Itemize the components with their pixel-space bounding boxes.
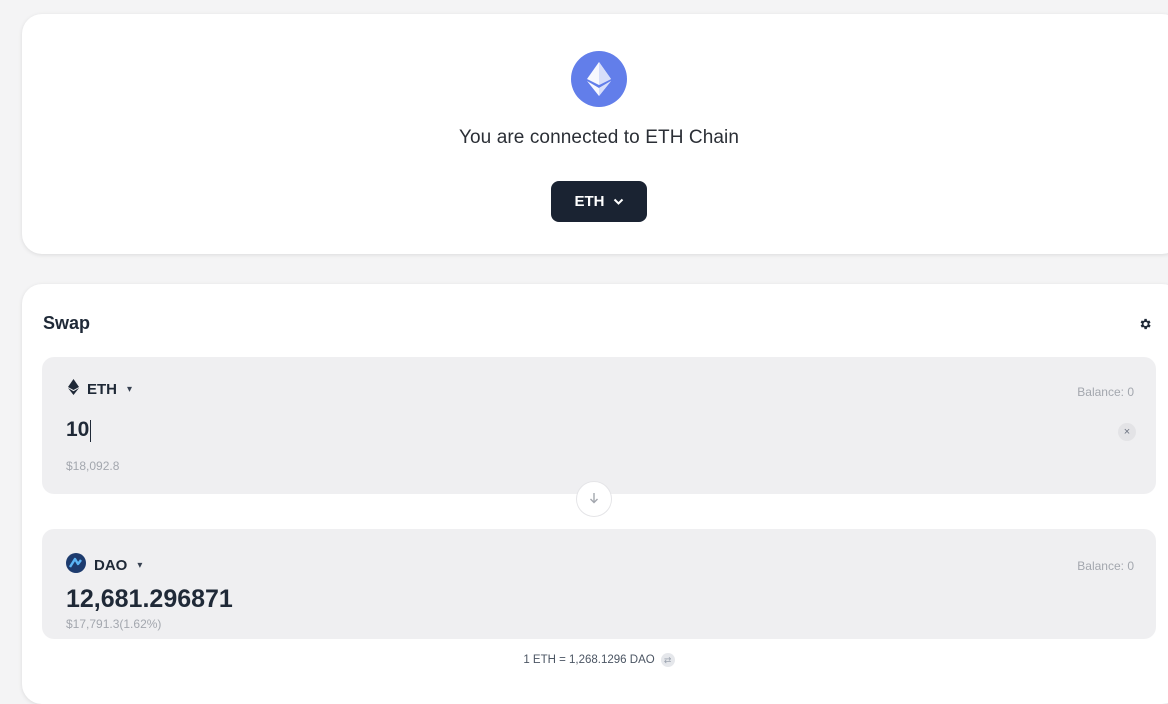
dao-token-icon — [66, 553, 86, 577]
clear-amount-icon[interactable]: × — [1118, 423, 1136, 441]
from-amount-input[interactable] — [66, 418, 966, 442]
switch-direction-button[interactable] — [577, 482, 611, 516]
connection-message: You are connected to ETH Chain — [458, 127, 740, 148]
to-balance: Balance: 0 — [1077, 559, 1134, 573]
ethereum-logo-icon — [571, 51, 627, 107]
text-cursor — [90, 420, 91, 442]
caret-down-icon: ▾ — [137, 559, 143, 571]
to-amount-output: 12,681.296871 — [66, 585, 233, 613]
to-token-symbol: DAO — [94, 556, 128, 574]
to-usd-value: $17,791.3(1.62%) — [66, 617, 162, 631]
to-token-panel: DAO ▾ Balance: 0 12,681.296871 $17,791.3… — [42, 529, 1156, 639]
chevron-down-icon — [613, 193, 624, 210]
exchange-rate: 1 ETH = 1,268.1296 DAO ⇄ — [22, 653, 1168, 667]
swap-title: Swap — [43, 313, 91, 333]
from-balance: Balance: 0 — [1077, 385, 1134, 399]
chain-select-label: ETH — [574, 193, 605, 210]
arrow-down-icon — [589, 492, 599, 507]
to-token-select[interactable]: DAO ▾ — [66, 553, 142, 577]
caret-down-icon: ▾ — [127, 383, 133, 395]
from-token-symbol: ETH — [87, 380, 117, 398]
swap-card: Swap ETH ▾ Balance: 0 × $18,092.8 — [22, 284, 1168, 704]
swap-rate-icon[interactable]: ⇄ — [660, 653, 675, 667]
exchange-rate-text: 1 ETH = 1,268.1296 DAO — [523, 654, 655, 666]
gear-icon[interactable] — [1135, 314, 1155, 334]
from-token-panel: ETH ▾ Balance: 0 × $18,092.8 — [42, 357, 1156, 494]
chain-select-button[interactable]: ETH — [551, 181, 647, 222]
from-usd-value: $18,092.8 — [66, 459, 120, 473]
chain-connection-card: You are connected to ETH Chain ETH — [22, 14, 1168, 254]
ethereum-icon — [68, 379, 79, 399]
from-token-select[interactable]: ETH ▾ — [68, 379, 132, 399]
